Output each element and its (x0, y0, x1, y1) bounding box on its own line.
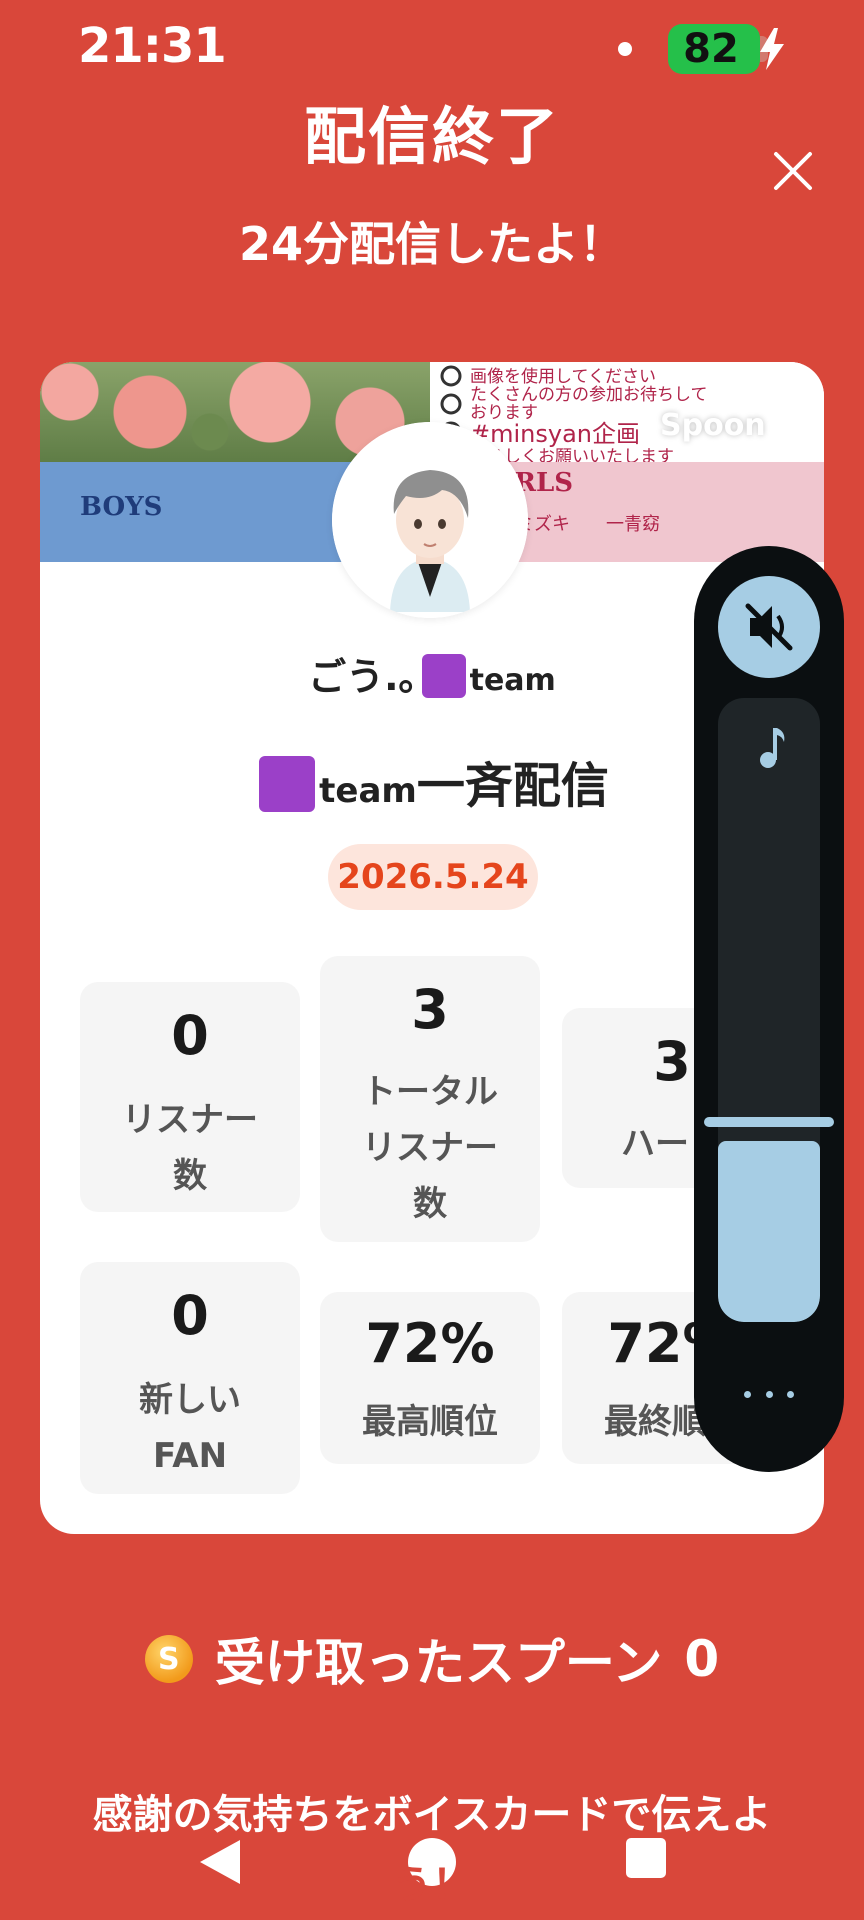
nav-recents-button[interactable] (626, 1838, 666, 1878)
page-title: 配信終了 (303, 100, 560, 173)
volume-slider-fill (718, 1141, 820, 1322)
stat-label-line: 新しい (139, 1380, 241, 1420)
stat-label-line: リスナー (122, 1100, 258, 1140)
spoon-coin-icon: S (144, 1635, 193, 1683)
battery-indicator: 82 (668, 24, 760, 74)
back-triangle-icon (200, 1840, 240, 1884)
status-bar: 21:31 82 (0, 0, 864, 96)
volume-panel (694, 546, 844, 1472)
speaker-muted-icon (745, 603, 793, 651)
music-note-icon (760, 728, 785, 768)
stream-date-badge: 2026.5.24 (328, 844, 538, 910)
broadcast-duration-text: 24分配信したよ！ (238, 217, 625, 271)
media-volume-slider[interactable] (718, 698, 820, 1322)
stat-label: 新しい FAN (80, 1372, 300, 1484)
stream-title-rest: 一斉配信 (416, 758, 609, 814)
stat-label: 最高順位 (362, 1402, 498, 1442)
stat-label-line: 数 (413, 1184, 447, 1224)
more-dot-icon (787, 1390, 794, 1398)
team-square-icon (421, 654, 466, 698)
cover-boys-label: BOYS (80, 492, 163, 522)
stat-label-line: トータル (362, 1072, 498, 1112)
nav-back-button[interactable] (196, 1836, 244, 1888)
more-dot-icon (744, 1390, 751, 1398)
stat-value: 0 (171, 1284, 209, 1347)
spoon-logo: Spoon (660, 408, 766, 443)
stat-best-rank: 72% 最高順位 (320, 1292, 540, 1464)
avatar[interactable] (332, 422, 528, 618)
stat-label: トータル リスナー 数 (320, 1064, 540, 1232)
stat-value: 72% (365, 1312, 495, 1375)
stat-listeners: 0 リスナー 数 (80, 982, 300, 1212)
mute-toggle-button[interactable] (718, 576, 820, 678)
received-spoons-count: 0 (684, 1630, 720, 1688)
charging-bolt-icon (760, 28, 784, 70)
team-square-icon (259, 756, 316, 812)
volume-slider-handle[interactable] (704, 1117, 834, 1127)
received-spoons-row: S 受け取ったスプーン 0 (0, 1624, 864, 1694)
stat-new-fans: 0 新しい FAN (80, 1262, 300, 1494)
username-prefix: ごう.｡ (308, 655, 418, 699)
more-options-button[interactable] (744, 1384, 794, 1404)
stream-title-team: team (319, 771, 417, 811)
username-team: team (469, 663, 556, 698)
received-spoons-label: 受け取ったスプーン (214, 1634, 663, 1692)
more-dot-icon (765, 1390, 773, 1398)
voice-card-prompt-tail: う！ (392, 1862, 472, 1908)
stat-label-line: リスナー (362, 1128, 498, 1168)
stat-label-line: FAN (152, 1436, 228, 1476)
avatar-illustration (332, 422, 528, 618)
stat-label: リスナー 数 (80, 1092, 300, 1204)
stat-total-listeners: 3 トータル リスナー 数 (320, 956, 540, 1242)
stat-label-line: 数 (173, 1156, 207, 1196)
notification-dot-icon (618, 42, 632, 56)
stat-value: 3 (411, 978, 449, 1041)
status-time: 21:31 (78, 18, 227, 74)
stat-value: 0 (171, 1004, 209, 1067)
close-button[interactable] (768, 146, 818, 196)
